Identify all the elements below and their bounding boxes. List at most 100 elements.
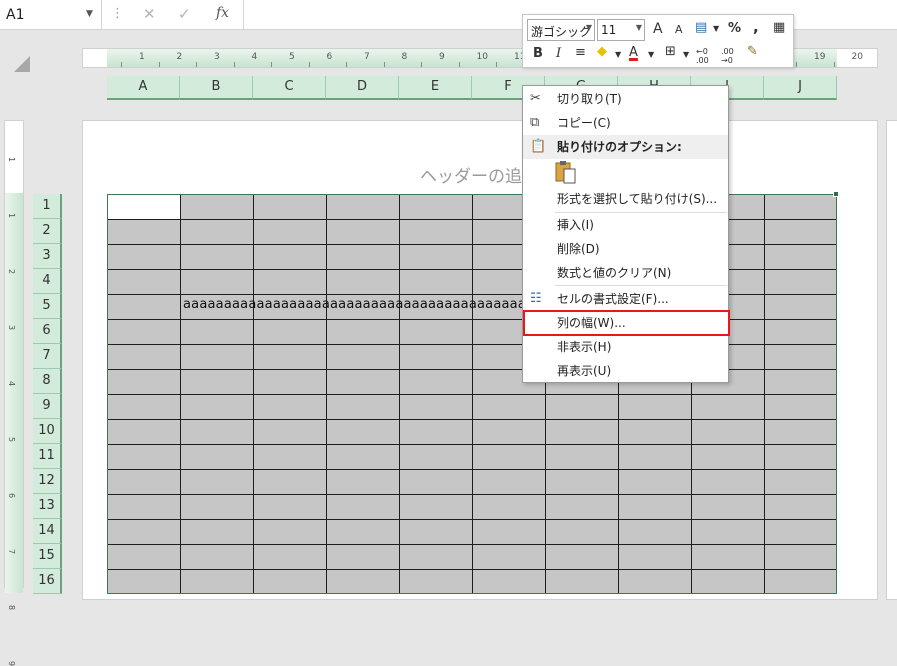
grid-cell[interactable] bbox=[692, 545, 765, 570]
grid-cell[interactable] bbox=[254, 470, 327, 495]
grow-font-icon[interactable]: A bbox=[653, 21, 663, 37]
grid-cell[interactable] bbox=[765, 195, 836, 220]
grid-cell[interactable] bbox=[400, 320, 473, 345]
grid-cell[interactable] bbox=[619, 420, 692, 445]
grid-cell[interactable] bbox=[181, 495, 254, 520]
grid-cell[interactable] bbox=[108, 270, 181, 295]
grid-cell[interactable] bbox=[765, 495, 836, 520]
menu-item-unhide[interactable]: 再表示(U) bbox=[523, 359, 728, 383]
grid-cell[interactable] bbox=[181, 545, 254, 570]
grid-cell[interactable] bbox=[254, 320, 327, 345]
grid-cell[interactable] bbox=[254, 495, 327, 520]
grid-cell[interactable] bbox=[400, 445, 473, 470]
percent-style-button[interactable]: % bbox=[728, 21, 741, 36]
grid-cell[interactable] bbox=[765, 220, 836, 245]
font-color-icon[interactable]: A bbox=[629, 45, 638, 60]
grid-cell[interactable] bbox=[546, 445, 619, 470]
chevron-down-icon[interactable]: ▼ bbox=[615, 50, 621, 59]
row-header[interactable]: 14 bbox=[33, 519, 62, 544]
grid-cell[interactable] bbox=[181, 570, 254, 593]
grid-cell[interactable] bbox=[181, 245, 254, 270]
grid-cell[interactable] bbox=[400, 220, 473, 245]
grid-cell[interactable] bbox=[254, 570, 327, 593]
grid-cell[interactable] bbox=[254, 345, 327, 370]
grid-cell[interactable] bbox=[108, 345, 181, 370]
align-center-icon[interactable]: ≡ bbox=[575, 45, 586, 60]
grid-cell[interactable] bbox=[473, 520, 546, 545]
grid-cell[interactable] bbox=[181, 520, 254, 545]
grid-cell[interactable] bbox=[327, 470, 400, 495]
grid-cell[interactable] bbox=[254, 545, 327, 570]
grid-cell[interactable] bbox=[327, 545, 400, 570]
grid-cell[interactable] bbox=[400, 495, 473, 520]
grid-cell[interactable] bbox=[692, 495, 765, 520]
italic-button[interactable]: I bbox=[556, 46, 561, 61]
enter-icon[interactable]: ✓ bbox=[178, 5, 191, 23]
grid-cell[interactable] bbox=[619, 570, 692, 593]
grid-cell[interactable] bbox=[546, 570, 619, 593]
grid-cell[interactable] bbox=[181, 320, 254, 345]
grid-cell[interactable] bbox=[181, 445, 254, 470]
name-box-dropdown-icon[interactable]: ▼ bbox=[86, 9, 93, 19]
grid-cell[interactable] bbox=[400, 345, 473, 370]
grid-cell[interactable] bbox=[108, 495, 181, 520]
grid-cell[interactable] bbox=[181, 370, 254, 395]
grid-cell[interactable] bbox=[108, 420, 181, 445]
grid-cell[interactable] bbox=[400, 395, 473, 420]
menu-item-format-cells[interactable]: ☷ セルの書式設定(F)... bbox=[523, 287, 728, 311]
grid-cell[interactable] bbox=[765, 345, 836, 370]
grid-cell[interactable] bbox=[181, 270, 254, 295]
chevron-down-icon[interactable]: ▼ bbox=[648, 50, 654, 59]
menu-item-copy[interactable]: ⧉ コピー(C) bbox=[523, 111, 728, 135]
grid-cell[interactable] bbox=[327, 270, 400, 295]
borders-icon[interactable]: ⊞ bbox=[665, 44, 676, 59]
grid-cell[interactable] bbox=[400, 370, 473, 395]
grid-cell[interactable] bbox=[327, 320, 400, 345]
grid-cell[interactable] bbox=[400, 245, 473, 270]
grid-cell[interactable] bbox=[254, 445, 327, 470]
decrease-decimal-button[interactable]: .00 →0 bbox=[721, 47, 743, 65]
grid-cell[interactable] bbox=[473, 495, 546, 520]
grid-cell[interactable] bbox=[473, 470, 546, 495]
grid-cell[interactable] bbox=[108, 570, 181, 593]
column-header[interactable]: A bbox=[107, 76, 180, 100]
grid-cell[interactable] bbox=[181, 470, 254, 495]
grid-cell[interactable] bbox=[181, 395, 254, 420]
grid-cell[interactable] bbox=[692, 420, 765, 445]
column-header[interactable]: B bbox=[180, 76, 253, 100]
grid-cell[interactable] bbox=[400, 570, 473, 593]
grid-cell[interactable] bbox=[473, 420, 546, 445]
row-header[interactable]: 5 bbox=[33, 294, 62, 319]
grid-cell[interactable] bbox=[327, 420, 400, 445]
bold-button[interactable]: B bbox=[533, 46, 543, 61]
selection-fill-handle[interactable] bbox=[833, 191, 839, 197]
grid-cell[interactable] bbox=[765, 570, 836, 593]
row-header[interactable]: 12 bbox=[33, 469, 62, 494]
row-header[interactable]: 6 bbox=[33, 319, 62, 344]
row-header[interactable]: 10 bbox=[33, 419, 62, 444]
menu-item-cut[interactable]: ✂ 切り取り(T) bbox=[523, 87, 728, 111]
grid-cell[interactable] bbox=[327, 195, 400, 220]
grid-cell[interactable] bbox=[327, 520, 400, 545]
row-header[interactable]: 8 bbox=[33, 369, 62, 394]
shrink-font-icon[interactable]: A bbox=[675, 23, 683, 36]
grid-cell[interactable] bbox=[108, 470, 181, 495]
grid-cell[interactable] bbox=[765, 420, 836, 445]
grid-cell[interactable] bbox=[327, 220, 400, 245]
row-header[interactable]: 7 bbox=[33, 344, 62, 369]
font-size-box[interactable]: 11 ▼ bbox=[597, 19, 645, 41]
grid-cell[interactable] bbox=[400, 270, 473, 295]
menu-item-clear-contents[interactable]: 数式と値のクリア(N) bbox=[523, 261, 728, 285]
column-header[interactable]: C bbox=[253, 76, 326, 100]
grid-cell[interactable] bbox=[765, 370, 836, 395]
grid-cell[interactable] bbox=[473, 570, 546, 593]
grid-cell[interactable] bbox=[327, 245, 400, 270]
row-header[interactable]: 16 bbox=[33, 569, 62, 594]
grid-cell[interactable] bbox=[619, 520, 692, 545]
row-header[interactable]: 4 bbox=[33, 269, 62, 294]
number-format-icon[interactable]: ▤ bbox=[695, 20, 707, 35]
grid-cell[interactable] bbox=[400, 195, 473, 220]
row-header[interactable]: 9 bbox=[33, 394, 62, 419]
menu-item-insert[interactable]: 挿入(I) bbox=[523, 213, 728, 237]
row-header[interactable]: 11 bbox=[33, 444, 62, 469]
